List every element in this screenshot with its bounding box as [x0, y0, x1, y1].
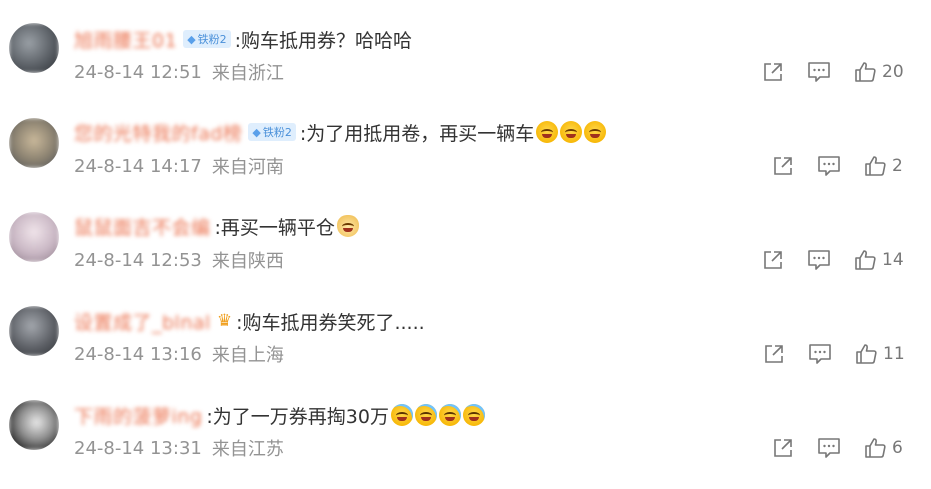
comment-date: 24-8-14 13:31 — [74, 437, 202, 459]
like-button[interactable]: 6 — [864, 437, 903, 459]
crown-badge-icon[interactable]: ♛ — [217, 311, 232, 331]
avatar[interactable] — [9, 400, 59, 450]
comment-item: 旭雨腰王01 ◆ 铁粉2 :购车抵用券？哈哈哈 24-8-14 12:51 来自浙… — [0, 0, 931, 94]
laughing-emoji — [536, 121, 559, 143]
laughing-emoji — [560, 121, 583, 143]
like-button[interactable]: 11 — [855, 343, 905, 365]
comment-item: 设置成了_blnal ♛ :购车抵用券笑死了..... 24-8-14 13:1… — [0, 282, 931, 376]
avatar[interactable] — [9, 212, 59, 262]
crying-laugh-emoji — [414, 404, 437, 426]
username[interactable]: 鼠鼠面吉不会编 — [74, 213, 211, 240]
share-icon[interactable] — [770, 437, 796, 459]
crying-laugh-emoji — [438, 404, 461, 426]
crying-laugh-emoji — [390, 404, 413, 426]
like-count: 20 — [882, 62, 904, 82]
share-icon[interactable] — [770, 155, 796, 177]
comment-text: :为了一万券再掏30万 — [206, 405, 389, 428]
comment-item: 您的光特我的fad榜 ◆ 铁粉2 :为了用抵用卷，再买一辆车 24-8-14 14… — [0, 94, 931, 188]
like-button[interactable]: 14 — [854, 249, 904, 271]
comment-source: 来自浙江 — [211, 63, 284, 84]
like-icon — [864, 437, 886, 459]
comment-text: :购车抵用券笑死了..... — [236, 311, 425, 334]
like-icon — [854, 61, 876, 83]
like-icon — [864, 155, 886, 177]
comment-source: 来自上海 — [211, 345, 284, 366]
comment-source: 来自陕西 — [211, 251, 284, 272]
username[interactable]: 您的光特我的fad榜 — [74, 119, 242, 146]
comment-date: 24-8-14 12:51 — [74, 61, 202, 83]
avatar[interactable] — [9, 118, 59, 168]
fan-badge[interactable]: ◆ 铁粉2 — [248, 123, 296, 141]
comment-item: 下雨的菠萝ing :为了一万券再掏30万 24-8-14 13:31 来自江苏 … — [0, 376, 931, 470]
comment-text: :为了用抵用卷，再买一辆车 — [299, 122, 535, 145]
like-button[interactable]: 2 — [864, 155, 903, 177]
comment-date: 24-8-14 14:17 — [74, 155, 202, 177]
like-icon — [854, 249, 876, 271]
comment-icon[interactable] — [806, 61, 832, 83]
like-count: 14 — [882, 250, 904, 270]
laughing-emoji — [584, 121, 607, 143]
like-count: 11 — [883, 344, 905, 364]
username[interactable]: 旭雨腰王01 — [74, 26, 177, 53]
comment-date: 24-8-14 13:16 — [74, 343, 202, 365]
share-icon[interactable] — [760, 249, 786, 271]
share-icon[interactable] — [761, 343, 787, 365]
comment-date: 24-8-14 12:53 — [74, 249, 202, 271]
diamond-icon: ◆ — [187, 32, 196, 46]
username[interactable]: 下雨的菠萝ing — [74, 402, 202, 429]
avatar[interactable] — [9, 306, 59, 356]
dog-emoji — [336, 215, 359, 237]
comment-item: 鼠鼠面吉不会编 :再买一辆平仓 24-8-14 12:53 来自陕西 14 — [0, 188, 931, 282]
share-icon[interactable] — [760, 61, 786, 83]
comment-source: 来自江苏 — [211, 439, 284, 460]
comment-icon[interactable] — [816, 155, 842, 177]
comment-icon[interactable] — [807, 343, 833, 365]
comment-icon[interactable] — [806, 249, 832, 271]
like-count: 6 — [892, 438, 903, 458]
username[interactable]: 设置成了_blnal — [74, 308, 211, 335]
comment-source: 来自河南 — [211, 157, 284, 178]
avatar[interactable] — [9, 23, 59, 73]
diamond-icon: ◆ — [252, 125, 261, 139]
like-icon — [855, 343, 877, 365]
comment-icon[interactable] — [816, 437, 842, 459]
like-count: 2 — [892, 156, 903, 176]
like-button[interactable]: 20 — [854, 61, 904, 83]
crying-laugh-emoji — [462, 404, 485, 426]
comment-text: :再买一辆平仓 — [214, 216, 335, 239]
fan-badge[interactable]: ◆ 铁粉2 — [183, 30, 231, 48]
comment-text: :购车抵用券？哈哈哈 — [234, 29, 413, 52]
